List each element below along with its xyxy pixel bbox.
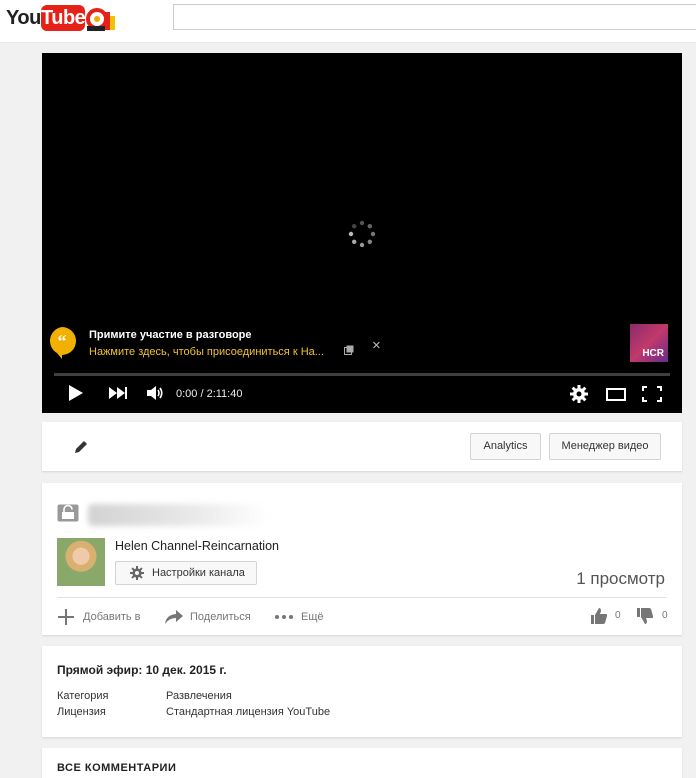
- channel-settings-button[interactable]: Настройки канала: [115, 561, 257, 585]
- license-value: Стандартная лицензия YouTube: [166, 706, 331, 718]
- time-display: 0:00 / 2:11:40: [176, 388, 243, 400]
- channel-watermark[interactable]: HCR: [630, 324, 668, 362]
- publish-date: Прямой эфир: 10 дек. 2015 г.: [57, 663, 227, 677]
- edit-pencil-icon[interactable]: [73, 439, 89, 455]
- add-to-label: Добавить в: [83, 611, 141, 623]
- svg-text:“: “: [58, 331, 67, 351]
- share-button[interactable]: Поделиться: [164, 608, 264, 626]
- conversation-icon: “: [49, 327, 76, 359]
- theater-mode-icon[interactable]: [606, 388, 626, 401]
- category-label: Категория: [57, 690, 109, 702]
- comments-heading: ВСЕ КОММЕНТАРИИ: [57, 762, 177, 774]
- conversation-title[interactable]: Примите участие в разговоре: [89, 329, 252, 341]
- conversation-join-link[interactable]: Нажмите здесь, чтобы присоединиться к Ha…: [89, 346, 329, 358]
- more-dots-icon: [275, 615, 293, 619]
- volume-icon[interactable]: [146, 385, 164, 401]
- category-value[interactable]: Развлечения: [166, 690, 232, 702]
- play-icon[interactable]: [68, 384, 84, 402]
- divider: [57, 597, 667, 598]
- plus-icon: [58, 609, 74, 625]
- more-label: Ещё: [301, 611, 324, 623]
- dislike-count: 0: [662, 610, 668, 621]
- license-label: Лицензия: [57, 706, 106, 718]
- thumbs-up-icon[interactable]: [590, 607, 608, 625]
- view-count: 1 просмотр: [576, 569, 665, 588]
- share-arrow-icon: [165, 610, 183, 624]
- channel-name-link[interactable]: Helen Channel-Reincarnation: [115, 539, 279, 553]
- channel-avatar[interactable]: [57, 538, 105, 586]
- video-title-blurred: [88, 504, 268, 526]
- search-input[interactable]: [173, 4, 696, 30]
- logo-text-you: You: [6, 7, 41, 29]
- video-player[interactable]: “ Примите участие в разговоре Нажмите зд…: [42, 53, 682, 413]
- video-manager-button[interactable]: Менеджер видео: [549, 433, 661, 460]
- channel-settings-label: Настройки канала: [152, 567, 245, 579]
- owner-toolbar: Analytics Менеджер видео: [42, 422, 682, 471]
- like-count: 0: [615, 610, 621, 621]
- close-conversation-button[interactable]: ×: [372, 337, 381, 354]
- comments-card: ВСЕ КОММЕНТАРИИ: [42, 748, 682, 778]
- share-label: Поделиться: [190, 611, 251, 623]
- progress-bar[interactable]: [54, 373, 670, 376]
- next-icon[interactable]: [108, 386, 128, 400]
- fullscreen-icon[interactable]: [642, 386, 662, 402]
- settings-gear-icon[interactable]: [570, 385, 588, 403]
- popout-icon[interactable]: [344, 345, 354, 355]
- doodle-icon: [86, 8, 115, 31]
- unlisted-lock-icon: [57, 504, 79, 522]
- logo-text-tube: Tube: [41, 5, 86, 31]
- description-card: Прямой эфир: 10 дек. 2015 г. Категория Р…: [42, 646, 682, 737]
- more-button[interactable]: Ещё: [274, 608, 334, 626]
- video-info-card: Helen Channel-Reincarnation Настройки ка…: [42, 483, 682, 635]
- analytics-button[interactable]: Analytics: [470, 433, 541, 460]
- gear-icon: [130, 566, 144, 580]
- loading-spinner-icon: [348, 220, 376, 248]
- add-to-button[interactable]: Добавить в: [57, 608, 147, 626]
- thumbs-down-icon[interactable]: [636, 607, 654, 625]
- masthead: You Tube: [0, 0, 696, 43]
- watermark-text: HCR: [642, 348, 664, 359]
